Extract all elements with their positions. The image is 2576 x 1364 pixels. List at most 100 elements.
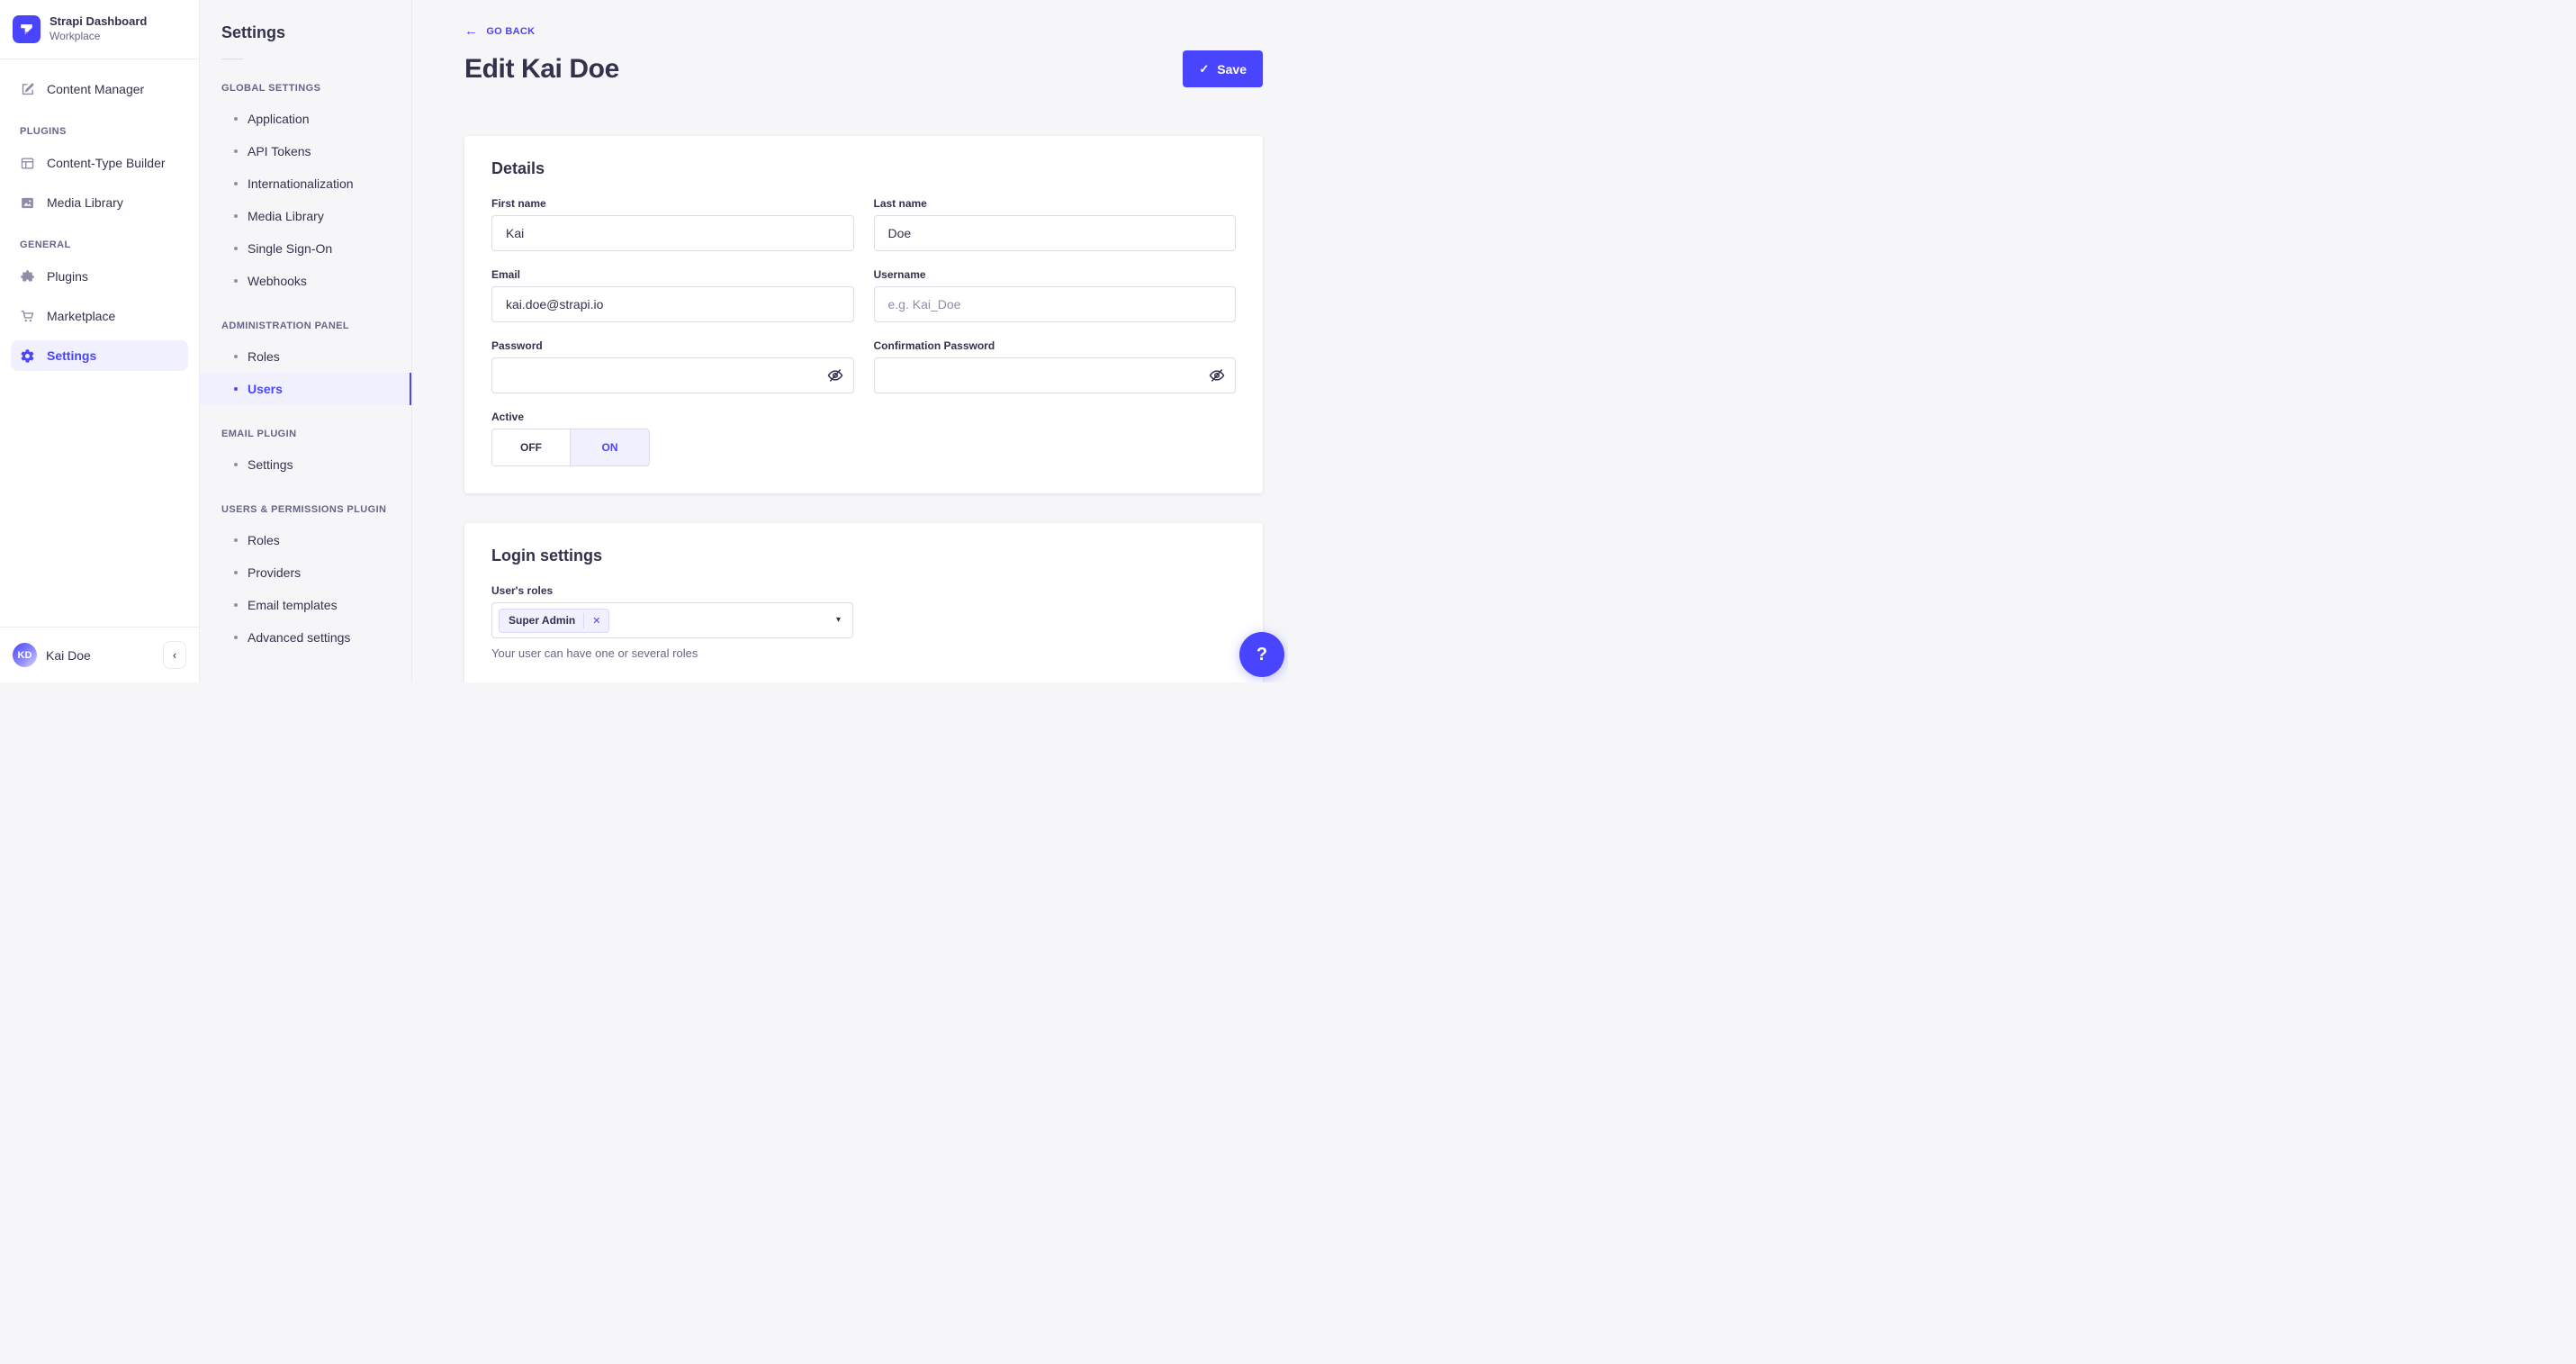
check-icon: ✓ — [1199, 61, 1210, 76]
details-form: First name Last name Email Username Pass… — [491, 197, 1236, 393]
layout-grid-icon — [21, 157, 34, 169]
subnav-item-label: Settings — [248, 457, 293, 472]
eye-off-icon — [1209, 369, 1225, 382]
sidebar-item-media-library[interactable]: Media Library — [11, 187, 188, 218]
go-back-label: GO BACK — [486, 25, 536, 37]
password-input[interactable] — [491, 357, 854, 393]
sidebar-item-label: Media Library — [47, 195, 123, 210]
sidebar-item-label: Content-Type Builder — [47, 156, 166, 170]
sidebar-item-label: Plugins — [47, 269, 88, 284]
user-roles-select[interactable]: Super Admin ✕ ▾ — [491, 602, 853, 638]
subnav-item-up-email-templates[interactable]: Email templates — [200, 589, 411, 621]
collapse-sidebar-button[interactable]: ‹ — [163, 641, 186, 669]
login-settings-title: Login settings — [491, 547, 602, 565]
bullet-icon — [234, 636, 238, 639]
gear-icon — [21, 348, 34, 363]
page-header: Edit Kai Doe ✓ Save — [464, 50, 1263, 87]
help-button[interactable]: ? — [1239, 632, 1284, 677]
main-content: ← GO BACK Edit Kai Doe ✓ Save Details Fi… — [412, 0, 1288, 682]
bullet-icon — [234, 387, 238, 391]
close-icon: ✕ — [592, 615, 601, 627]
subnav-item-admin-roles[interactable]: Roles — [200, 340, 411, 373]
subnav-item-single-sign-on[interactable]: Single Sign-On — [200, 232, 411, 265]
bullet-icon — [234, 538, 238, 542]
settings-subnav: Settings GLOBAL SETTINGS Application API… — [200, 0, 412, 682]
puzzle-icon — [21, 269, 34, 281]
email-input[interactable] — [491, 286, 854, 322]
bullet-icon — [234, 247, 238, 250]
last-name-input[interactable] — [873, 215, 1236, 251]
sidebar-item-content-type-builder[interactable]: Content-Type Builder — [11, 148, 188, 178]
sidebar-item-content-manager[interactable]: Content Manager — [11, 74, 188, 104]
strapi-logo-icon — [13, 15, 41, 43]
subnav-item-application[interactable]: Application — [200, 103, 411, 135]
brand-title: Strapi Dashboard — [50, 14, 148, 29]
active-toggle-on[interactable]: ON — [571, 429, 649, 465]
sidebar-item-settings[interactable]: Settings — [11, 340, 188, 371]
brand-text: Strapi Dashboard Workplace — [50, 14, 147, 43]
active-toggle-off[interactable]: OFF — [492, 429, 571, 465]
save-button-label: Save — [1217, 61, 1247, 77]
eye-off-icon — [827, 369, 842, 382]
subnav-item-admin-users[interactable]: Users — [200, 373, 411, 405]
subnav-item-label: Email templates — [248, 598, 338, 612]
save-button[interactable]: ✓ Save — [1183, 50, 1263, 87]
back-arrow-icon: ← — [464, 23, 479, 39]
remove-role-button[interactable]: ✕ — [583, 612, 608, 628]
first-name-label: First name — [491, 197, 546, 210]
subnav-item-label: Roles — [248, 349, 280, 364]
picture-icon — [22, 197, 33, 208]
page-title: Edit Kai Doe — [464, 53, 619, 84]
subnav-item-label: Providers — [248, 565, 302, 580]
email-label: Email — [491, 268, 521, 281]
subnav-item-up-advanced-settings[interactable]: Advanced settings — [200, 621, 411, 654]
subnav-item-media-library[interactable]: Media Library — [200, 200, 411, 232]
toggle-password-visibility-button[interactable] — [827, 367, 843, 384]
username-label: Username — [873, 268, 926, 281]
toggle-confirmation-visibility-button[interactable] — [1209, 367, 1225, 384]
user-row: KD Kai Doe ‹ — [0, 627, 199, 682]
subnav-item-label: Media Library — [248, 209, 324, 223]
bullet-icon — [234, 149, 238, 153]
login-settings-card: Login settings User's roles Super Admin … — [464, 523, 1263, 682]
subnav-item-webhooks[interactable]: Webhooks — [200, 265, 411, 297]
role-chip: Super Admin ✕ — [499, 608, 610, 633]
subnav-item-up-roles[interactable]: Roles — [200, 524, 411, 556]
email-field: Email — [491, 268, 854, 322]
roles-hint: Your user can have one or several roles — [491, 646, 698, 660]
subnav-section-users-permissions-plugin: USERS & PERMISSIONS PLUGIN — [221, 504, 387, 515]
subnav-item-label: API Tokens — [248, 144, 311, 158]
sidebar-section-general: GENERAL — [20, 239, 71, 250]
subnav-section-global-settings: GLOBAL SETTINGS — [221, 83, 321, 94]
bullet-icon — [234, 117, 238, 121]
username-input[interactable] — [873, 286, 1236, 322]
active-field: Active OFF ON — [491, 411, 1236, 466]
subnav-item-label: Application — [248, 112, 310, 126]
bullet-icon — [234, 214, 238, 218]
subnav-item-internationalization[interactable]: Internationalization — [200, 167, 411, 200]
subnav-item-up-providers[interactable]: Providers — [200, 556, 411, 589]
bullet-icon — [234, 182, 238, 185]
user-name: Kai Doe — [46, 647, 91, 663]
first-name-field: First name — [491, 197, 854, 251]
sidebar-item-marketplace[interactable]: Marketplace — [11, 301, 188, 331]
subnav-item-api-tokens[interactable]: API Tokens — [200, 135, 411, 167]
sidebar-section-plugins: PLUGINS — [20, 126, 67, 137]
subnav-item-email-settings[interactable]: Settings — [200, 448, 411, 481]
bullet-icon — [234, 355, 238, 358]
go-back-link[interactable]: ← GO BACK — [464, 24, 535, 38]
confirmation-password-input[interactable] — [873, 357, 1236, 393]
last-name-field: Last name — [873, 197, 1236, 251]
subnav-item-label: Internationalization — [248, 176, 354, 191]
sidebar-item-label: Settings — [47, 348, 97, 363]
question-mark-icon: ? — [1256, 644, 1268, 664]
brand-subtitle: Workplace — [50, 30, 101, 43]
sidebar-item-plugins[interactable]: Plugins — [11, 261, 188, 292]
confirmation-password-field: Confirmation Password — [873, 339, 1236, 393]
cart-icon — [21, 310, 34, 321]
chevron-down-icon: ▾ — [835, 615, 841, 625]
sidebar-item-label: Marketplace — [47, 309, 116, 323]
first-name-input[interactable] — [491, 215, 854, 251]
avatar: KD — [13, 643, 37, 667]
sidebar-nav: Content Manager PLUGINS Content-Type Bui… — [0, 59, 199, 627]
